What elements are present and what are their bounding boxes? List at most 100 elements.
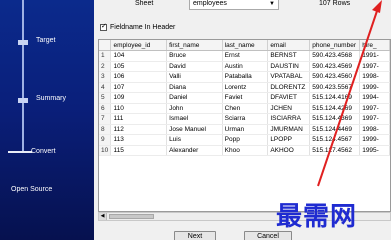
step-label-summary: Summary [36, 95, 66, 102]
sheet-label: Sheet [135, 0, 154, 7]
table-row[interactable]: 9 113 Luis Popp LPOPP 515.124.4567 1999- [99, 134, 390, 146]
table-cell: BERNST [267, 50, 311, 62]
table-cell: Lorentz [222, 82, 269, 93]
table-cell: 1997- [359, 103, 390, 114]
row-number: 3 [99, 71, 112, 83]
table-cell: 590.423.4568 [309, 50, 361, 62]
table-row[interactable]: 3 106 Valli Pataballa VPATABAL 590.423.4560 19… [99, 71, 390, 83]
column-header[interactable]: employee_id [110, 40, 168, 51]
row-number: 8 [99, 124, 112, 135]
table-cell: Faviet [222, 92, 269, 104]
scrollbar-thumb[interactable] [109, 214, 154, 219]
table-cell: 104 [110, 50, 168, 62]
table-cell: DLORENTZ [267, 82, 311, 93]
step-node-convert [8, 151, 32, 153]
sheet-row: Sheet employees ▼ 107 Rows [94, 0, 391, 13]
table-cell: 1991- [359, 50, 390, 62]
table-cell: Sciarra [222, 113, 269, 125]
table-row[interactable]: 7 111 Ismael Sciarra ISCIARRA 515.124.4369 199… [99, 113, 390, 125]
table-cell: 590.423.5567 [309, 82, 361, 93]
row-number: 1 [99, 50, 112, 62]
table-cell: JMURMAN [267, 124, 311, 135]
chevron-down-icon: ▼ [269, 1, 275, 7]
table-row[interactable]: 5 109 Daniel Faviet DFAVIET 515.124.4169 1994- [99, 92, 390, 104]
table-cell: 1999- [359, 134, 390, 146]
table-body: 1 104 Bruce Ernst BERNST 590.423.4568 1991- 2 10… [99, 50, 390, 156]
fieldname-header-option[interactable]: Fieldname In Header [100, 22, 175, 32]
open-source-link[interactable]: Open Source [11, 186, 52, 193]
column-header[interactable]: last_name [222, 40, 269, 51]
table-row[interactable]: 6 110 John Chen JCHEN 515.124.4269 1997- [99, 103, 390, 114]
row-number: 10 [99, 145, 112, 156]
table-cell: AKHOO [267, 145, 311, 156]
table-cell: 109 [110, 92, 168, 104]
scroll-left-icon[interactable]: ◀ [99, 213, 107, 220]
table-cell: Urman [222, 124, 269, 135]
table-row[interactable]: 2 105 David Austin DAUSTIN 590.423.4569 1997- [99, 61, 390, 72]
table-cell: 115 [110, 145, 168, 156]
table-cell: DAUSTIN [267, 61, 311, 72]
table-cell: David [166, 61, 223, 72]
data-table: employee_id first_name last_name email p… [99, 40, 390, 156]
table-cell: 1995- [359, 145, 390, 156]
table-cell: Khoo [222, 145, 269, 156]
column-header[interactable]: hire_ [359, 40, 390, 51]
table-cell: LPOPP [267, 134, 311, 146]
table-cell: 590.423.4569 [309, 61, 361, 72]
step-node-target [18, 40, 28, 45]
table-cell: Bruce [166, 50, 223, 62]
row-number: 6 [99, 103, 112, 114]
wizard-progress-track [22, 0, 24, 152]
table-cell: 1998- [359, 71, 390, 83]
fieldname-header-checkbox[interactable] [100, 22, 107, 31]
fieldname-header-label: Fieldname In Header [110, 23, 176, 31]
column-header[interactable]: email [267, 40, 311, 51]
sheet-select[interactable]: employees ▼ [189, 0, 279, 10]
column-header[interactable]: phone_number [309, 40, 361, 51]
sheet-select-value: employees [193, 0, 227, 7]
table-cell: Diana [166, 82, 223, 93]
table-cell: 515.124.4269 [309, 103, 361, 114]
table-cell: 515.124.4469 [309, 124, 361, 135]
table-cell: 107 [110, 82, 168, 93]
table-cell: 1997- [359, 61, 390, 72]
row-number: 9 [99, 134, 112, 146]
table-row[interactable]: 4 107 Diana Lorentz DLORENTZ 590.423.5567 1999… [99, 82, 390, 93]
table-cell: Valli [166, 71, 223, 83]
step-label-target: Target [36, 37, 56, 44]
row-number: 2 [99, 61, 112, 72]
table-cell: DFAVIET [267, 92, 311, 104]
table-cell: VPATABAL [267, 71, 311, 83]
table-cell: Alexander [166, 145, 223, 156]
table-header-row: employee_id first_name last_name email p… [99, 40, 390, 51]
table-cell: 1999- [359, 82, 390, 93]
table-cell: 515.124.4567 [309, 134, 361, 146]
table-row[interactable]: 10 115 Alexander Khoo AKHOO 515.127.4562 1995- [99, 145, 390, 156]
row-number: 4 [99, 82, 112, 93]
table-cell: 515.124.4369 [309, 113, 361, 125]
table-row[interactable]: 1 104 Bruce Ernst BERNST 590.423.4568 1991- [99, 50, 390, 62]
table-cell: 113 [110, 134, 168, 146]
table-cell: 111 [110, 113, 168, 125]
row-number: 7 [99, 113, 112, 125]
next-button[interactable]: Next [174, 231, 216, 240]
table-row[interactable]: 8 112 Jose Manuel Urman JMURMAN 515.124.4469 1… [99, 124, 390, 135]
table-cell: 105 [110, 61, 168, 72]
wizard-sidebar: Target Summary Convert Open Source [0, 0, 94, 240]
row-count: 107 Rows [319, 0, 351, 7]
table-cell: Jose Manuel [166, 124, 223, 135]
watermark: 最需网 [276, 202, 358, 232]
step-label-convert: Convert [31, 148, 56, 155]
step-node-summary [18, 98, 28, 103]
table-cell: 112 [110, 124, 168, 135]
table-cell: JCHEN [267, 103, 311, 114]
table-cell: ISCIARRA [267, 113, 311, 125]
table-cell: Ernst [222, 50, 269, 62]
table-cell: Popp [222, 134, 269, 146]
table-cell: Pataballa [222, 71, 269, 83]
column-header[interactable]: first_name [166, 40, 223, 51]
table-cell: Ismael [166, 113, 223, 125]
table-cell: 1997- [359, 113, 390, 125]
table-cell: 590.423.4560 [309, 71, 361, 83]
data-preview-grid[interactable]: employee_id first_name last_name email p… [98, 39, 391, 212]
